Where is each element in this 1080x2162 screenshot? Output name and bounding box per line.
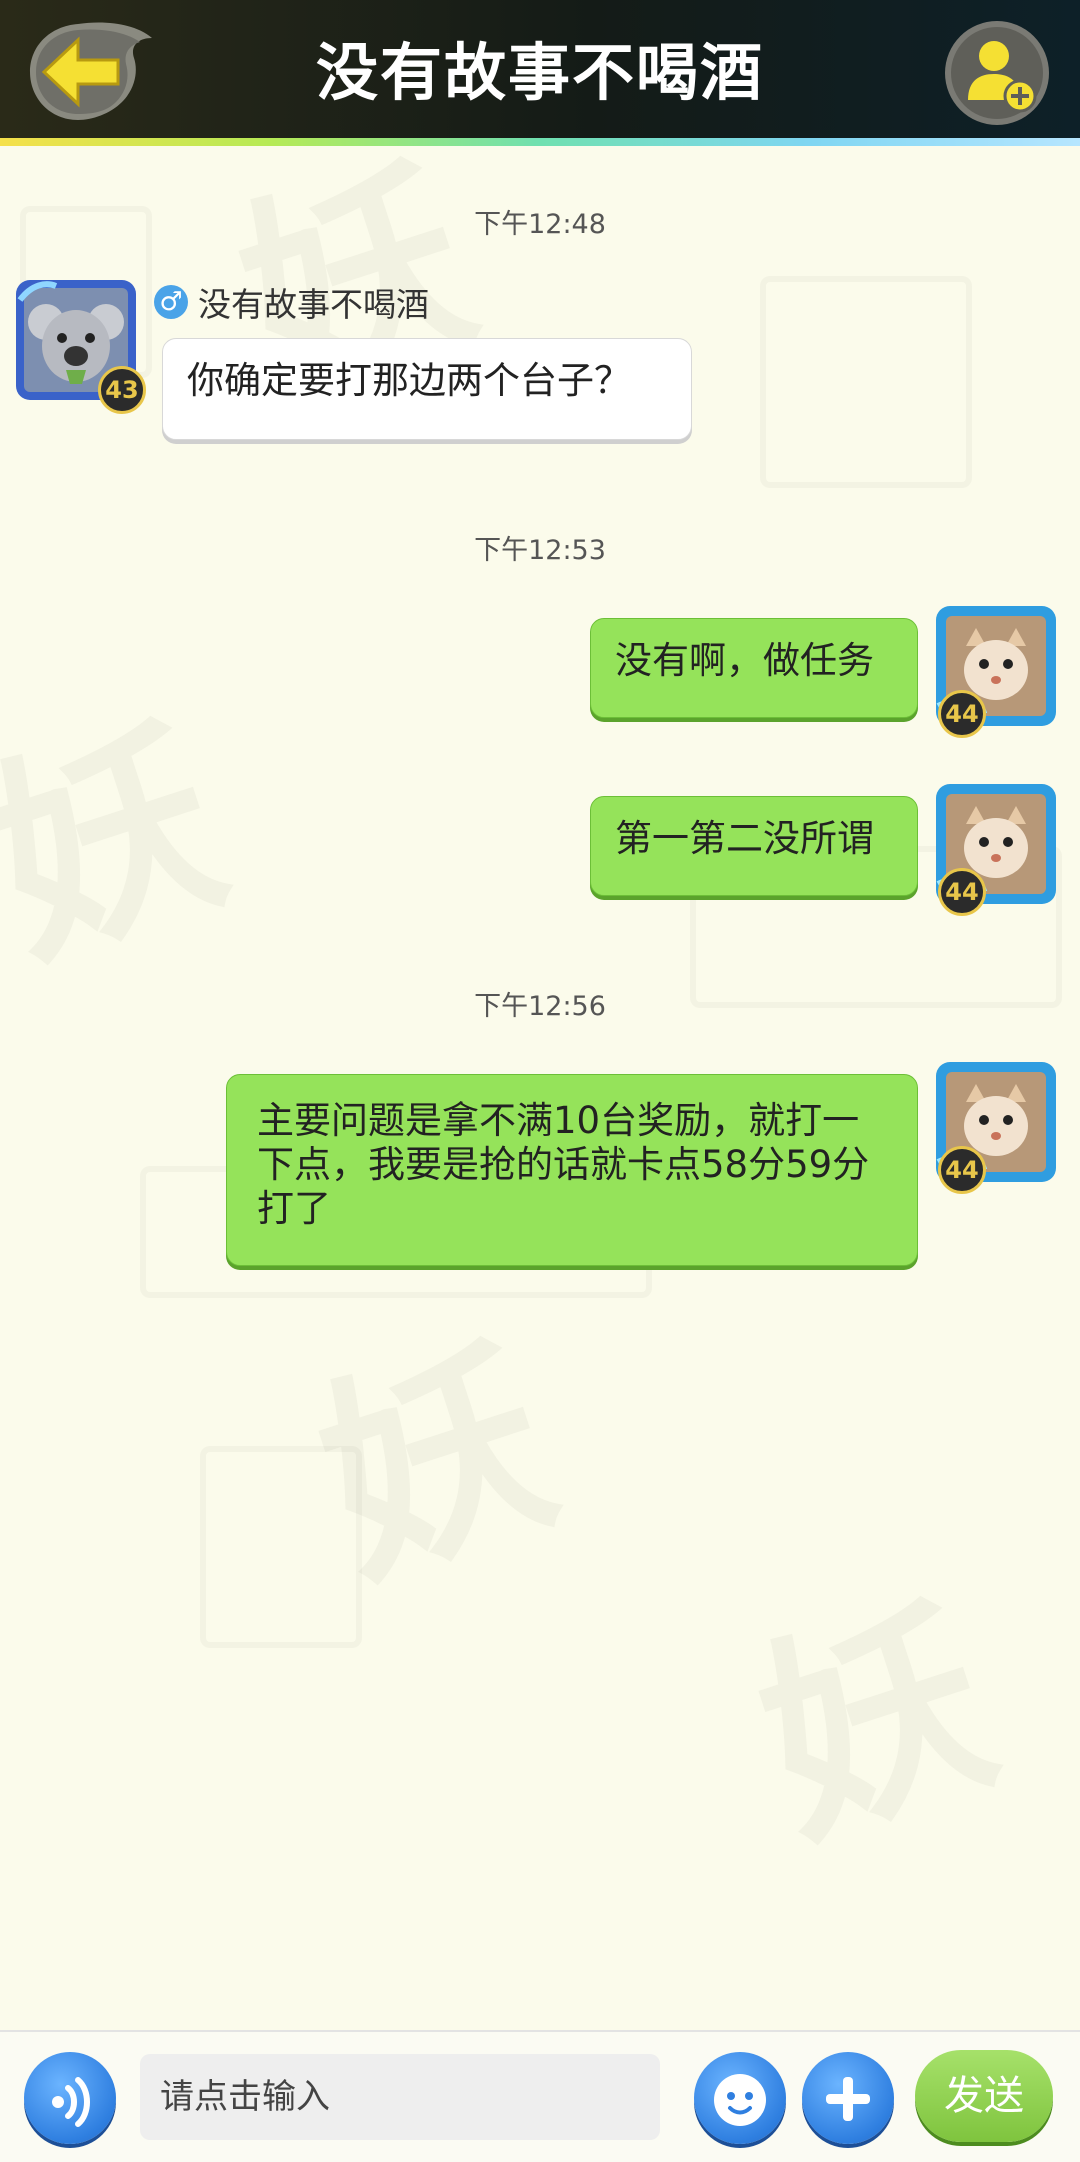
message-bubble[interactable]: 第一第二没所谓	[590, 796, 918, 896]
background-watermark: 妖	[716, 1520, 1024, 1890]
message-text: 没有啊，做任务	[615, 639, 874, 682]
message-bubble[interactable]: 你确定要打那边两个台子？	[162, 338, 692, 440]
message-bubble[interactable]: 没有啊，做任务	[590, 618, 918, 718]
header-divider	[0, 138, 1080, 146]
add-friend-button[interactable]	[942, 18, 1052, 128]
message-text: 主要问题是拿不满10台奖励，就打一下点，我要是抢的话就卡点58分59分打了	[257, 1099, 870, 1230]
page-title: 没有故事不喝酒	[315, 36, 764, 109]
back-button[interactable]	[26, 18, 166, 124]
level-badge: 44	[938, 690, 986, 738]
background-watermark	[760, 276, 972, 488]
message-input[interactable]	[140, 2054, 660, 2140]
message-text: 你确定要打那边两个台子？	[187, 359, 631, 402]
message-bubble[interactable]: 主要问题是拿不满10台奖励，就打一下点，我要是抢的话就卡点58分59分打了	[226, 1074, 918, 1266]
voice-button[interactable]	[24, 2052, 116, 2144]
more-options-button[interactable]	[802, 2052, 894, 2144]
header-bar: 没有故事不喝酒	[0, 0, 1080, 140]
add-friend-icon	[945, 21, 1049, 125]
chat-area[interactable]: 妖 妖 妖 妖 下午12:48 43 ♂ 没有故事不喝酒 你确定要打那边两个台子…	[0, 146, 1080, 2030]
level-badge: 43	[98, 366, 146, 414]
background-watermark	[200, 1446, 362, 1648]
sender-name: 没有故事不喝酒	[198, 285, 429, 324]
sender-row: ♂ 没有故事不喝酒	[154, 282, 429, 324]
message-timestamp: 下午12:53	[474, 535, 606, 566]
level-badge: 44	[938, 868, 986, 916]
emoji-icon	[714, 2074, 766, 2126]
back-arrow-icon	[30, 22, 152, 121]
message-text: 第一第二没所谓	[615, 817, 874, 860]
message-timestamp: 下午12:56	[474, 991, 606, 1022]
male-gender-icon: ♂	[154, 285, 188, 319]
background-watermark: 妖	[0, 640, 254, 1010]
level-badge: 44	[938, 1146, 986, 1194]
message-timestamp: 下午12:48	[474, 209, 606, 240]
plus-icon	[826, 2077, 870, 2121]
input-bar: 发送	[0, 2030, 1080, 2162]
send-button[interactable]: 发送	[915, 2050, 1053, 2142]
emoji-button[interactable]	[694, 2052, 786, 2144]
voice-icon	[52, 2077, 90, 2127]
